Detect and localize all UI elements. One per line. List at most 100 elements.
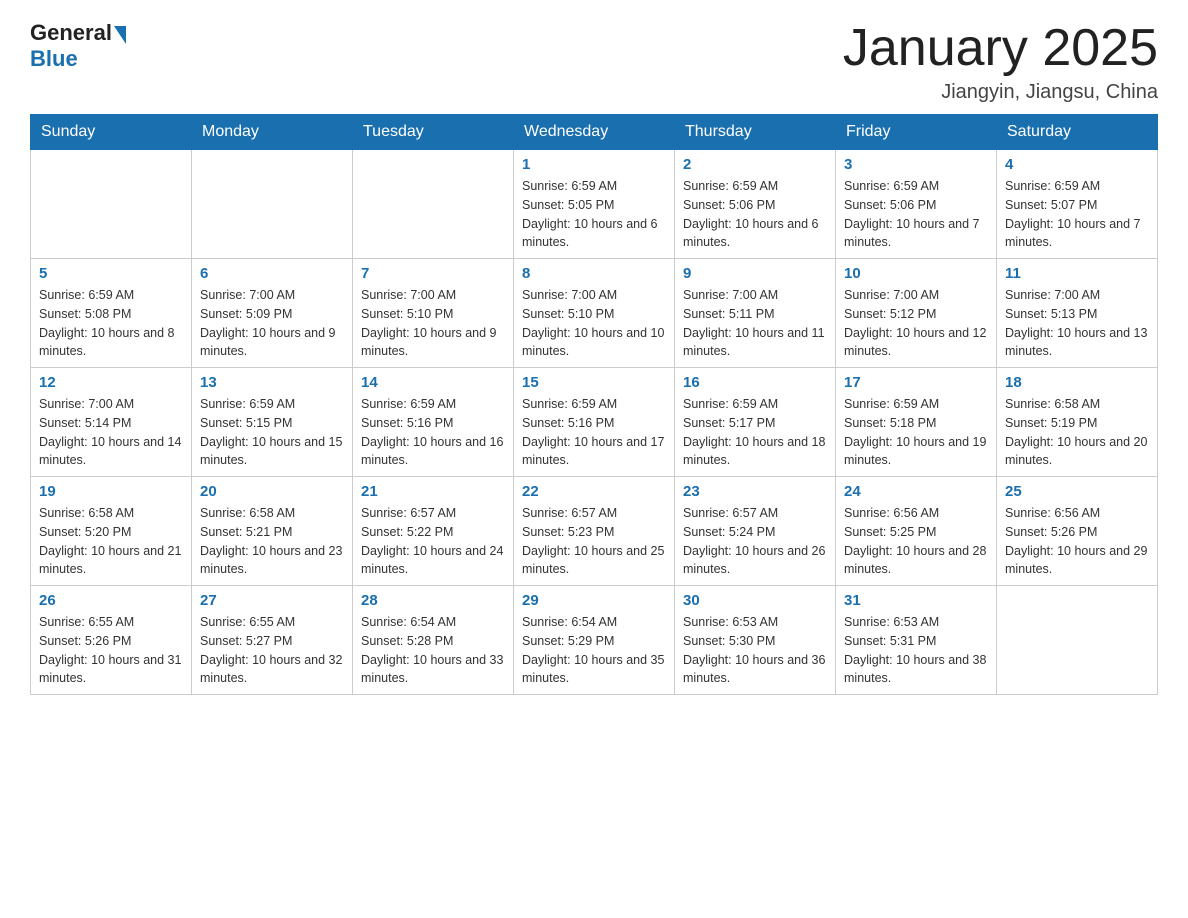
day-number: 27 [200, 592, 344, 609]
day-info: Sunrise: 6:59 AM Sunset: 5:15 PM Dayligh… [200, 395, 344, 470]
day-number: 7 [361, 265, 505, 282]
calendar-day-cell: 16 Sunrise: 6:59 AM Sunset: 5:17 PM Dayli… [675, 368, 836, 477]
calendar-week-row: 26 Sunrise: 6:55 AM Sunset: 5:26 PM Dayli… [31, 586, 1158, 695]
calendar-week-row: 12 Sunrise: 7:00 AM Sunset: 5:14 PM Dayli… [31, 368, 1158, 477]
day-info: Sunrise: 6:59 AM Sunset: 5:17 PM Dayligh… [683, 395, 827, 470]
logo-triangle-icon [114, 26, 126, 44]
day-number: 30 [683, 592, 827, 609]
day-info: Sunrise: 6:57 AM Sunset: 5:24 PM Dayligh… [683, 504, 827, 579]
day-number: 4 [1005, 156, 1149, 173]
calendar-day-cell: 22 Sunrise: 6:57 AM Sunset: 5:23 PM Dayli… [514, 477, 675, 586]
calendar-subtitle: Jiangyin, Jiangsu, China [843, 81, 1158, 104]
calendar-day-cell: 14 Sunrise: 6:59 AM Sunset: 5:16 PM Dayli… [353, 368, 514, 477]
day-info: Sunrise: 7:00 AM Sunset: 5:10 PM Dayligh… [522, 286, 666, 361]
day-number: 8 [522, 265, 666, 282]
logo: General Blue [30, 20, 126, 72]
weekday-header-wednesday: Wednesday [514, 115, 675, 150]
calendar-day-cell: 19 Sunrise: 6:58 AM Sunset: 5:20 PM Dayli… [31, 477, 192, 586]
calendar-day-cell: 13 Sunrise: 6:59 AM Sunset: 5:15 PM Dayli… [192, 368, 353, 477]
day-info: Sunrise: 7:00 AM Sunset: 5:13 PM Dayligh… [1005, 286, 1149, 361]
day-number: 28 [361, 592, 505, 609]
weekday-header-saturday: Saturday [997, 115, 1158, 150]
day-number: 24 [844, 483, 988, 500]
calendar-empty-cell [353, 150, 514, 259]
day-number: 3 [844, 156, 988, 173]
day-number: 31 [844, 592, 988, 609]
day-info: Sunrise: 6:55 AM Sunset: 5:27 PM Dayligh… [200, 613, 344, 688]
day-number: 15 [522, 374, 666, 391]
day-info: Sunrise: 6:59 AM Sunset: 5:16 PM Dayligh… [522, 395, 666, 470]
day-info: Sunrise: 6:59 AM Sunset: 5:07 PM Dayligh… [1005, 177, 1149, 252]
calendar-day-cell: 3 Sunrise: 6:59 AM Sunset: 5:06 PM Daylig… [836, 150, 997, 259]
day-number: 19 [39, 483, 183, 500]
day-info: Sunrise: 6:56 AM Sunset: 5:26 PM Dayligh… [1005, 504, 1149, 579]
day-number: 11 [1005, 265, 1149, 282]
day-info: Sunrise: 7:00 AM Sunset: 5:14 PM Dayligh… [39, 395, 183, 470]
day-info: Sunrise: 7:00 AM Sunset: 5:10 PM Dayligh… [361, 286, 505, 361]
day-info: Sunrise: 6:59 AM Sunset: 5:16 PM Dayligh… [361, 395, 505, 470]
calendar-day-cell: 27 Sunrise: 6:55 AM Sunset: 5:27 PM Dayli… [192, 586, 353, 695]
weekday-header-monday: Monday [192, 115, 353, 150]
day-number: 9 [683, 265, 827, 282]
calendar-day-cell: 6Sunrise: 7:00 AM Sunset: 5:09 PM Daylig… [192, 259, 353, 368]
calendar-week-row: 19 Sunrise: 6:58 AM Sunset: 5:20 PM Dayli… [31, 477, 1158, 586]
logo-general-text: General [30, 20, 112, 46]
calendar-day-cell: 30 Sunrise: 6:53 AM Sunset: 5:30 PM Dayli… [675, 586, 836, 695]
calendar-day-cell: 26 Sunrise: 6:55 AM Sunset: 5:26 PM Dayli… [31, 586, 192, 695]
calendar-day-cell: 11 Sunrise: 7:00 AM Sunset: 5:13 PM Dayli… [997, 259, 1158, 368]
day-info: Sunrise: 6:56 AM Sunset: 5:25 PM Dayligh… [844, 504, 988, 579]
day-number: 18 [1005, 374, 1149, 391]
day-number: 21 [361, 483, 505, 500]
calendar-day-cell: 9 Sunrise: 7:00 AM Sunset: 5:11 PM Daylig… [675, 259, 836, 368]
calendar-empty-cell [31, 150, 192, 259]
day-info: Sunrise: 6:58 AM Sunset: 5:19 PM Dayligh… [1005, 395, 1149, 470]
day-number: 17 [844, 374, 988, 391]
day-number: 10 [844, 265, 988, 282]
day-number: 12 [39, 374, 183, 391]
day-info: Sunrise: 6:59 AM Sunset: 5:06 PM Dayligh… [683, 177, 827, 252]
title-block: January 2025 Jiangyin, Jiangsu, China [843, 20, 1158, 104]
calendar-day-cell: 12 Sunrise: 7:00 AM Sunset: 5:14 PM Dayli… [31, 368, 192, 477]
day-number: 6 [200, 265, 344, 282]
day-info: Sunrise: 6:53 AM Sunset: 5:31 PM Dayligh… [844, 613, 988, 688]
day-info: Sunrise: 6:59 AM Sunset: 5:06 PM Dayligh… [844, 177, 988, 252]
weekday-header-thursday: Thursday [675, 115, 836, 150]
calendar-day-cell: 24 Sunrise: 6:56 AM Sunset: 5:25 PM Dayli… [836, 477, 997, 586]
calendar-day-cell: 21 Sunrise: 6:57 AM Sunset: 5:22 PM Dayli… [353, 477, 514, 586]
day-number: 13 [200, 374, 344, 391]
day-info: Sunrise: 6:58 AM Sunset: 5:21 PM Dayligh… [200, 504, 344, 579]
day-info: Sunrise: 7:00 AM Sunset: 5:11 PM Dayligh… [683, 286, 827, 361]
calendar-day-cell: 2 Sunrise: 6:59 AM Sunset: 5:06 PM Daylig… [675, 150, 836, 259]
calendar-header-row: SundayMondayTuesdayWednesdayThursdayFrid… [31, 115, 1158, 150]
day-info: Sunrise: 6:59 AM Sunset: 5:05 PM Dayligh… [522, 177, 666, 252]
day-number: 29 [522, 592, 666, 609]
day-info: Sunrise: 6:55 AM Sunset: 5:26 PM Dayligh… [39, 613, 183, 688]
day-info: Sunrise: 6:59 AM Sunset: 5:08 PM Dayligh… [39, 286, 183, 361]
day-info: Sunrise: 7:00 AM Sunset: 5:12 PM Dayligh… [844, 286, 988, 361]
day-number: 5 [39, 265, 183, 282]
day-info: Sunrise: 6:59 AM Sunset: 5:18 PM Dayligh… [844, 395, 988, 470]
day-number: 2 [683, 156, 827, 173]
day-number: 26 [39, 592, 183, 609]
calendar-empty-cell [997, 586, 1158, 695]
calendar-day-cell: 10 Sunrise: 7:00 AM Sunset: 5:12 PM Dayli… [836, 259, 997, 368]
day-number: 16 [683, 374, 827, 391]
calendar-empty-cell [192, 150, 353, 259]
calendar-day-cell: 31 Sunrise: 6:53 AM Sunset: 5:31 PM Dayli… [836, 586, 997, 695]
day-info: Sunrise: 6:53 AM Sunset: 5:30 PM Dayligh… [683, 613, 827, 688]
calendar-day-cell: 15 Sunrise: 6:59 AM Sunset: 5:16 PM Dayli… [514, 368, 675, 477]
weekday-header-sunday: Sunday [31, 115, 192, 150]
day-number: 25 [1005, 483, 1149, 500]
weekday-header-friday: Friday [836, 115, 997, 150]
day-info: Sunrise: 6:57 AM Sunset: 5:23 PM Dayligh… [522, 504, 666, 579]
day-info: Sunrise: 6:57 AM Sunset: 5:22 PM Dayligh… [361, 504, 505, 579]
calendar-day-cell: 23Sunrise: 6:57 AM Sunset: 5:24 PM Dayli… [675, 477, 836, 586]
calendar-day-cell: 18 Sunrise: 6:58 AM Sunset: 5:19 PM Dayli… [997, 368, 1158, 477]
day-number: 20 [200, 483, 344, 500]
day-info: Sunrise: 6:58 AM Sunset: 5:20 PM Dayligh… [39, 504, 183, 579]
day-number: 22 [522, 483, 666, 500]
page-header: General Blue January 2025 Jiangyin, Jian… [30, 20, 1158, 104]
calendar-day-cell: 8 Sunrise: 7:00 AM Sunset: 5:10 PM Daylig… [514, 259, 675, 368]
day-number: 14 [361, 374, 505, 391]
calendar-table: SundayMondayTuesdayWednesdayThursdayFrid… [30, 114, 1158, 695]
